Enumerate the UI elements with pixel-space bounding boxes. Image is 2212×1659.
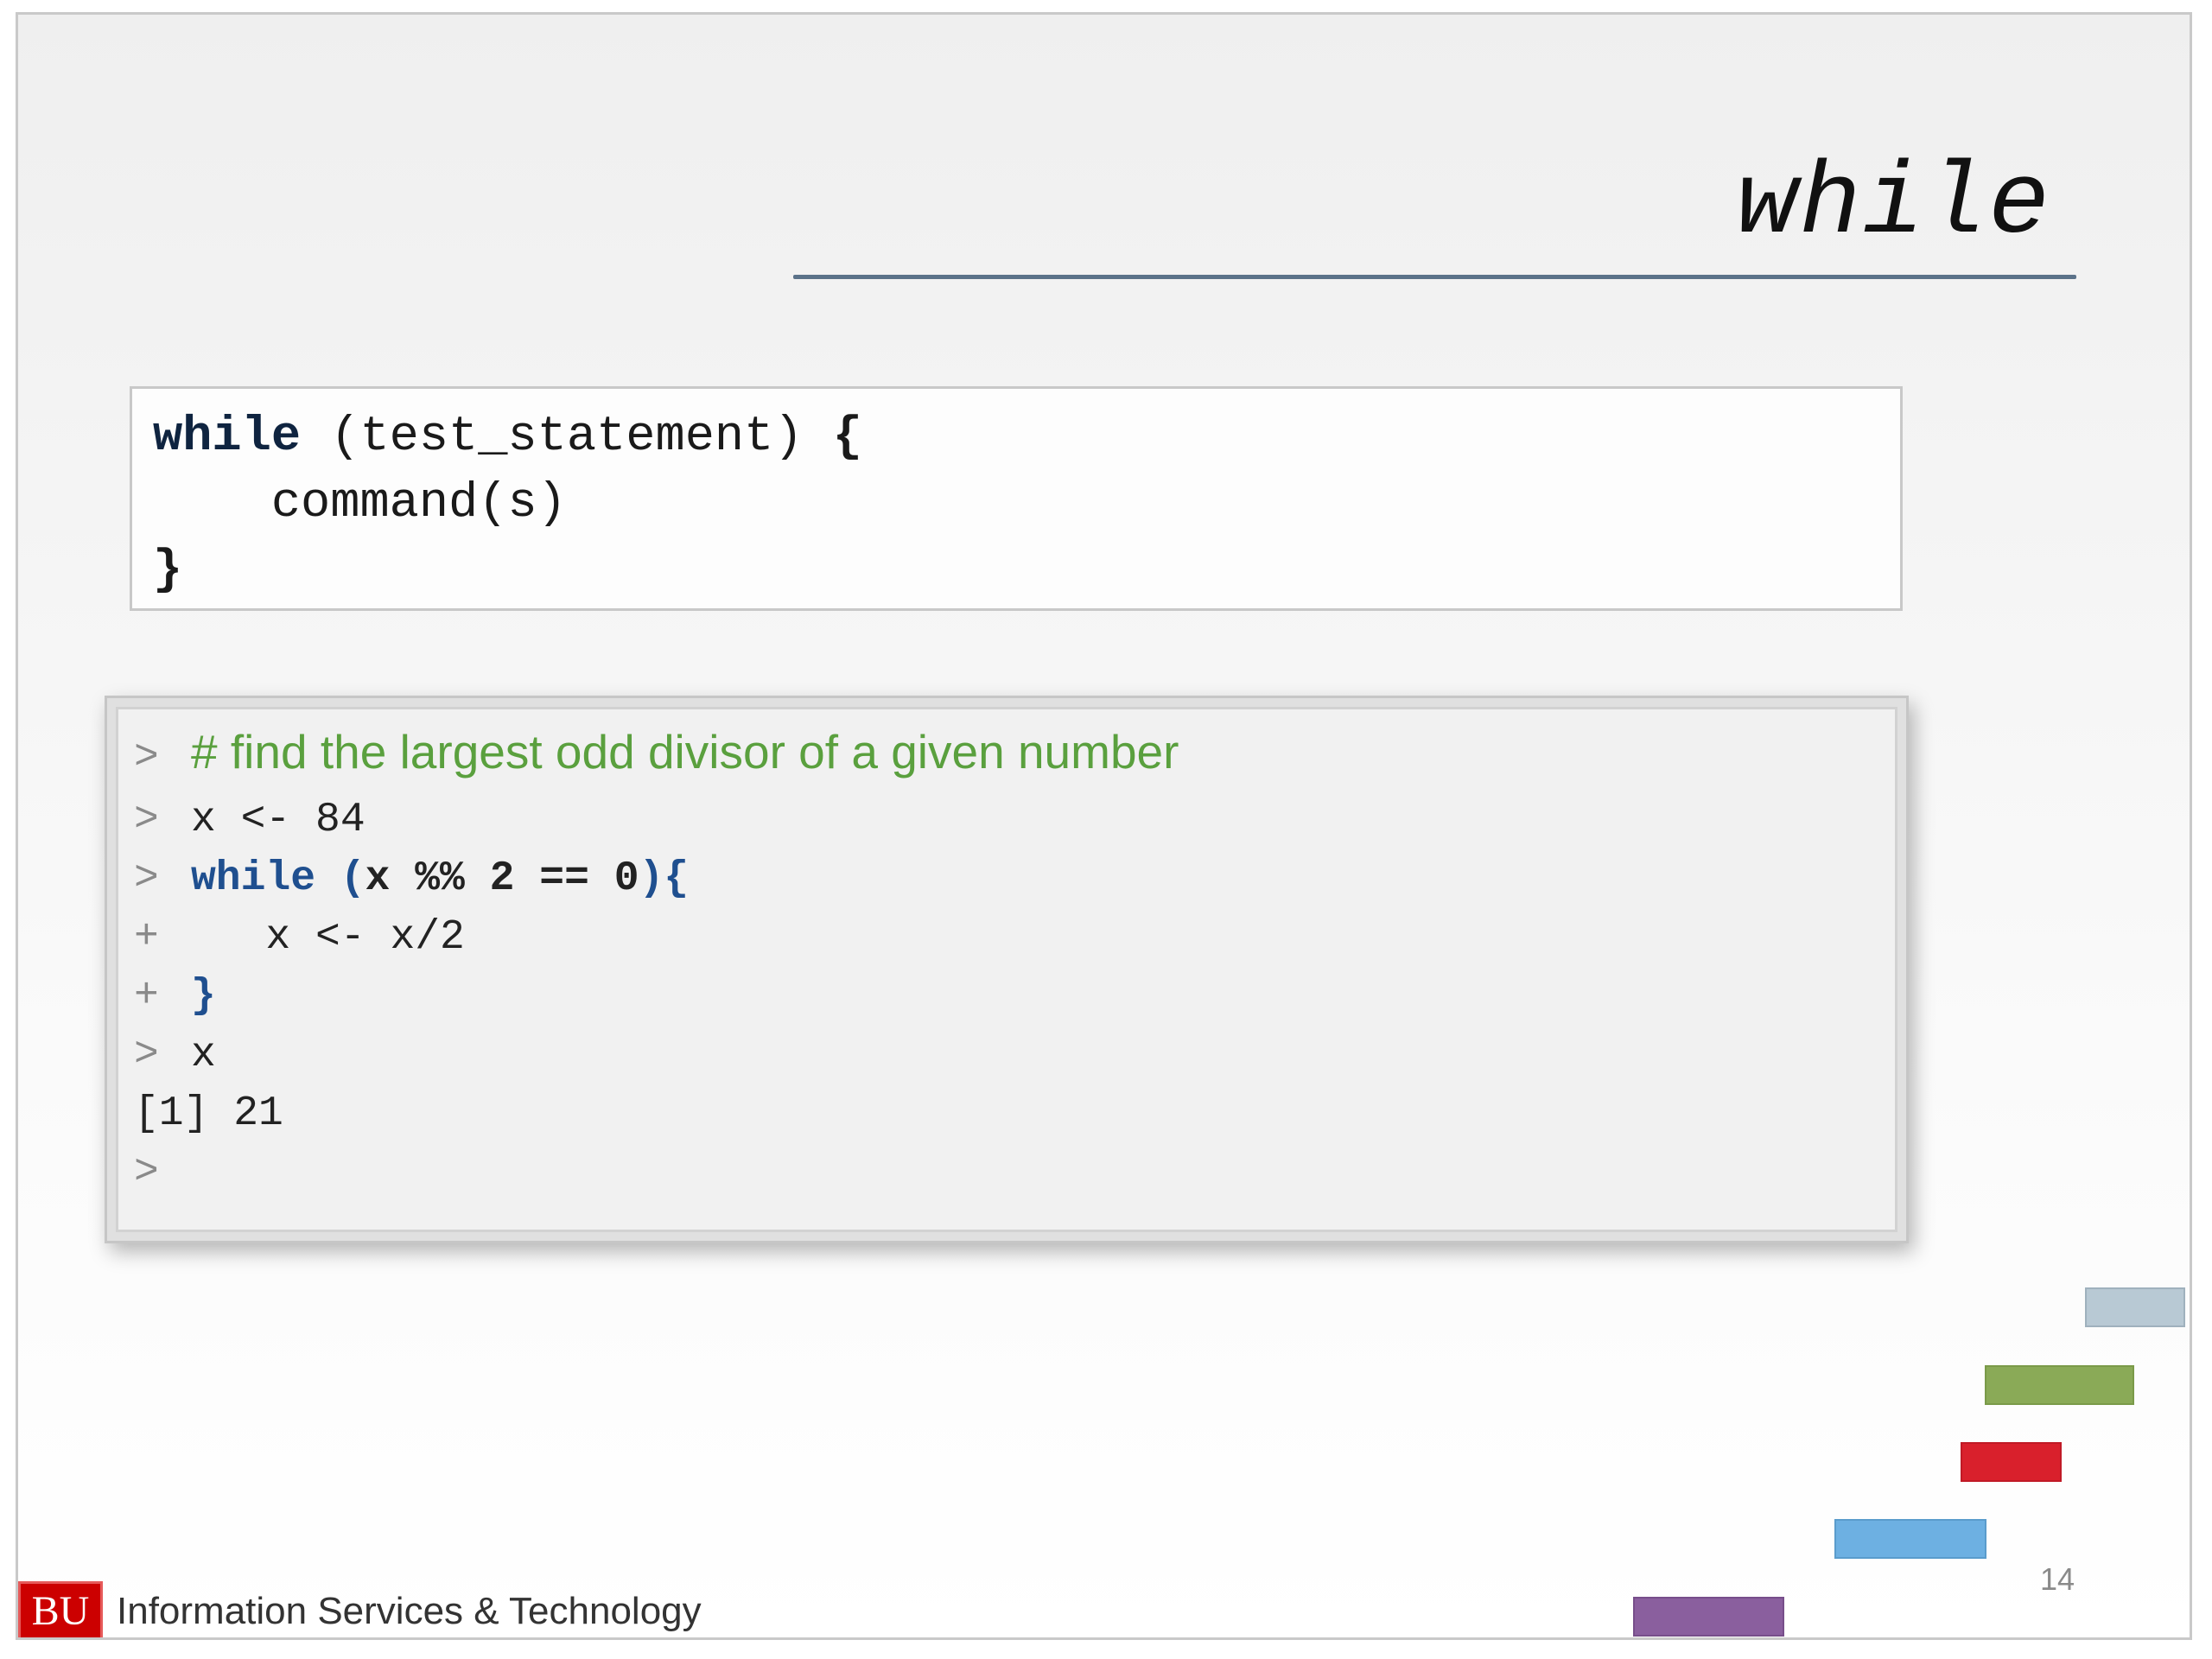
bu-logo: BU [18,1581,103,1637]
while-condition: x %% 2 == 0 [365,855,639,902]
decor-bar-blue [1834,1519,1986,1559]
page-number: 14 [2040,1561,2075,1597]
console-line-assign: > x <- 84 [134,799,365,841]
paren-open: ( [315,855,365,902]
decor-bar-green [1985,1365,2134,1405]
prompt: > [134,734,159,781]
slide: while while (test_statement) { command(s… [16,12,2192,1640]
console-line-close: +} [134,976,216,1017]
paren-close-brace: ){ [639,855,690,902]
code-assign: x <- 84 [191,797,365,843]
console-line-while: > while (x %% 2 == 0){ [134,858,689,899]
org-name: Information Services & Technology [117,1590,702,1632]
decor-bar-purple [1633,1597,1784,1637]
r-console: > # find the largest odd divisor of a giv… [116,707,1897,1232]
syntax-line-3: } [153,543,183,598]
open-brace: { [832,410,862,465]
console-line-print: > x [134,1034,216,1076]
while-keyword: while [191,855,316,902]
syntax-box: while (test_statement) { command(s) } [130,386,1903,611]
console-line-body: + x <- x/2 [134,917,465,958]
continuation-prompt: + [134,973,159,1020]
console-line-comment: > # find the largest odd divisor of a giv… [134,728,1179,779]
prompt: > [134,1032,159,1078]
code-print: x [191,1032,216,1078]
decor-bar-gray [2085,1287,2185,1327]
syntax-line-1: while (test_statement) { [153,413,862,462]
console-line-output: [1] 21 [134,1090,283,1137]
prompt: > [134,1149,159,1196]
syntax-condition: (test_statement) [301,410,833,465]
prompt: > [134,855,159,902]
code-comment: # find the largest odd divisor of a give… [191,725,1179,779]
console-line-empty: > [134,1152,191,1193]
close-brace: } [191,973,216,1020]
title-underline [793,275,2076,279]
code-body: x <- x/2 [191,914,465,961]
syntax-line-2: command(s) [153,476,567,531]
prompt: > [134,797,159,843]
while-keyword: while [153,410,302,465]
continuation-prompt: + [134,914,159,961]
decor-bar-red [1961,1442,2062,1482]
r-console-example: > # find the largest odd divisor of a giv… [105,696,1909,1243]
slide-title: while [1736,148,2051,263]
